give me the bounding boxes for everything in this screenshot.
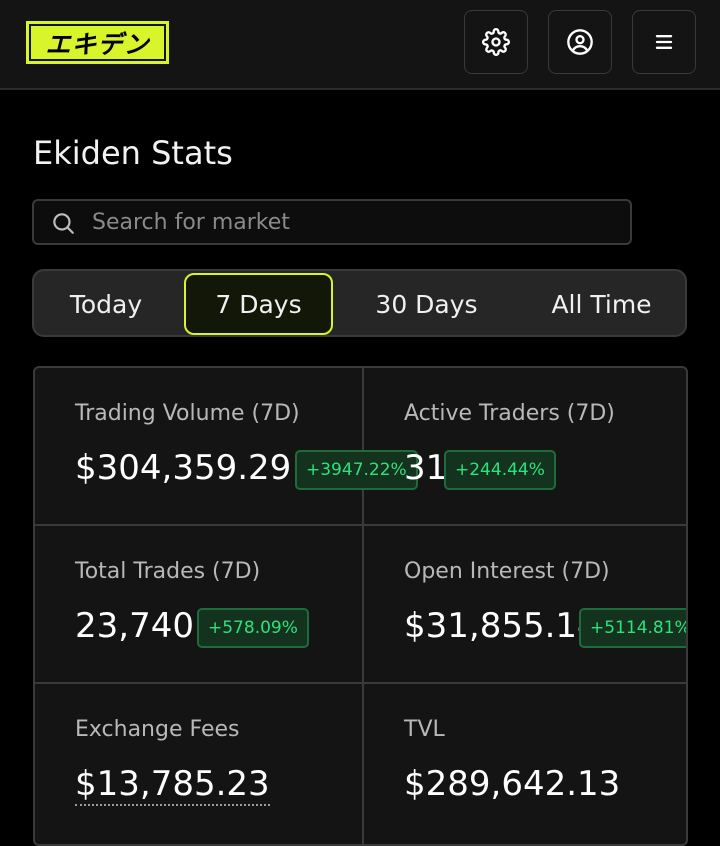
time-range-tabs: Today 7 Days 30 Days All Time (32, 269, 687, 337)
page-title: Ekiden Stats (33, 134, 233, 172)
app-header: エキデン (0, 0, 720, 90)
stat-value-tooltip-trigger[interactable]: $13,785.23 (75, 764, 270, 806)
search-icon (53, 213, 74, 234)
settings-button[interactable] (464, 10, 528, 74)
search-box[interactable] (32, 199, 632, 245)
stat-label: TVL (404, 717, 445, 742)
stat-value: $31,855.14 (404, 606, 599, 646)
stat-label: Total Trades (7D) (75, 559, 261, 584)
stat-value: $304,359.29 (75, 448, 292, 488)
tab-all-time[interactable]: All Time (518, 273, 685, 335)
tab-7-days[interactable]: 7 Days (184, 273, 333, 335)
stat-value: 31 (404, 448, 448, 488)
stat-label: Exchange Fees (75, 717, 240, 742)
stat-exchange-fees: Exchange Fees $13,785.23 (35, 684, 362, 840)
stat-label: Trading Volume (7D) (75, 401, 300, 426)
gear-icon (482, 28, 510, 56)
stat-active-traders: Active Traders (7D) 31 +244.44% (364, 368, 686, 524)
stat-total-trades: Total Trades (7D) 23,740 +578.09% (35, 526, 362, 682)
change-badge: +244.44% (444, 450, 556, 490)
stat-trading-volume: Trading Volume (7D) $304,359.29 +3947.22… (35, 368, 418, 524)
stat-open-interest: Open Interest (7D) $31,855.14 +5114.81% (364, 526, 686, 682)
search-input[interactable] (92, 201, 622, 243)
stat-tvl: TVL $289,642.13 (364, 684, 686, 840)
ekiden-logo[interactable]: エキデン (26, 21, 169, 64)
stat-label: Open Interest (7D) (404, 559, 610, 584)
user-circle-icon (567, 29, 593, 55)
change-badge: +5114.81% (579, 608, 686, 648)
tab-today[interactable]: Today (36, 273, 176, 335)
account-button[interactable] (548, 10, 612, 74)
hamburger-menu-icon (655, 35, 673, 49)
tab-30-days[interactable]: 30 Days (339, 273, 514, 335)
menu-button[interactable] (632, 10, 696, 74)
change-badge: +578.09% (197, 608, 309, 648)
stat-value: 23,740 (75, 606, 194, 646)
stat-label: Active Traders (7D) (404, 401, 615, 426)
stat-value: $289,642.13 (404, 764, 621, 804)
stats-grid: Trading Volume (7D) $304,359.29 +3947.22… (33, 366, 688, 846)
